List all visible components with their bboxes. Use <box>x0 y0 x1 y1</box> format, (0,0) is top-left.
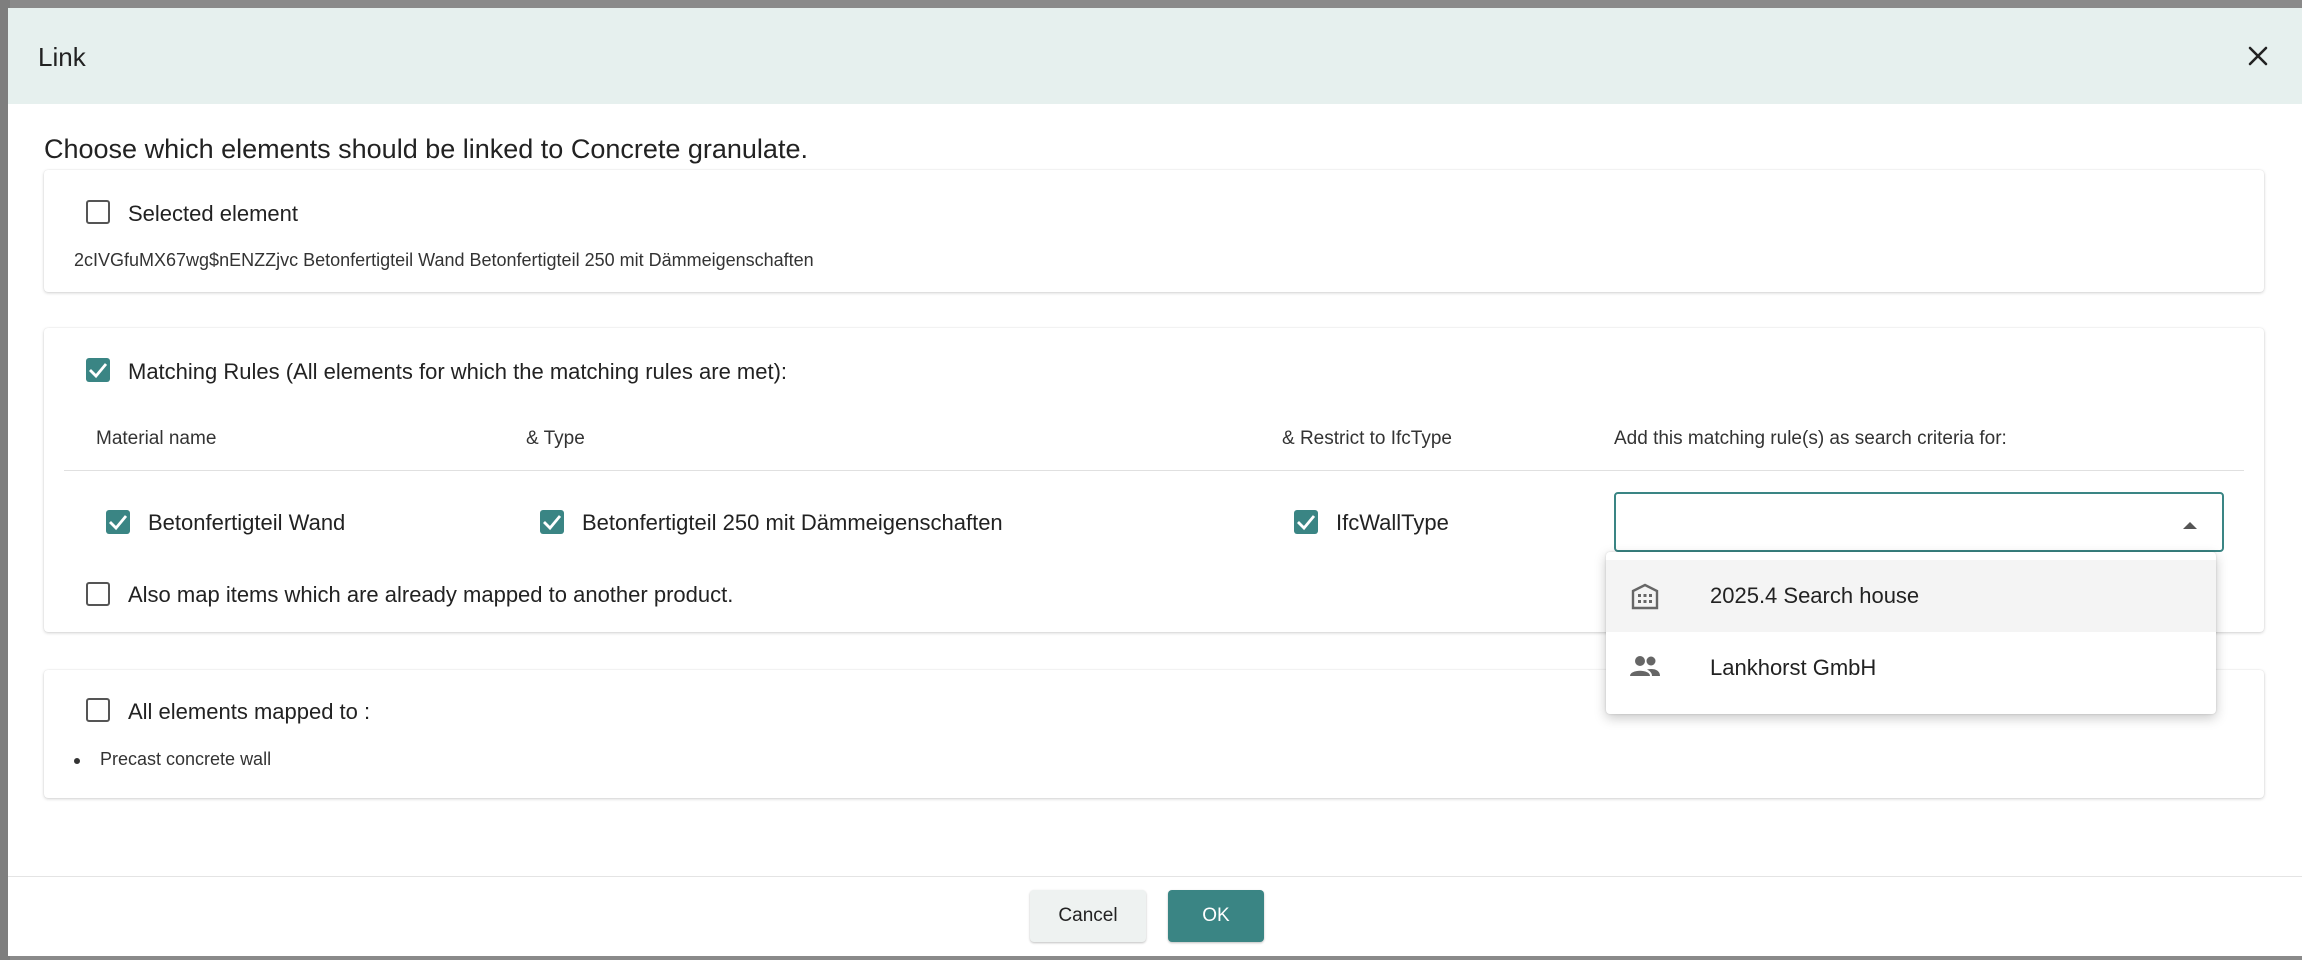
search-criteria-menu: 2025.4 Search house Lankhorst GmbH <box>1606 552 2216 714</box>
selected-element-card: Selected element 2cIVGfuMX67wg$nENZZjvc … <box>44 170 2264 292</box>
selected-element-label: Selected element <box>128 201 298 226</box>
dialog-intro: Choose which elements should be linked t… <box>44 134 808 164</box>
matching-rules-label: Matching Rules (All elements for which t… <box>128 359 788 384</box>
check-icon <box>1297 515 1316 531</box>
mapped-item: Precast concrete wall <box>100 749 272 769</box>
ok-button[interactable]: OK <box>1168 890 1264 942</box>
ifctype-checkbox[interactable] <box>1294 510 1318 534</box>
ifctype-value: IfcWallType <box>1336 510 1449 535</box>
footer-divider <box>8 876 2302 877</box>
menu-option-label: 2025.4 Search house <box>1710 583 1920 608</box>
material-checkbox[interactable] <box>106 510 130 534</box>
menu-option-lankhorst[interactable]: Lankhorst GmbH <box>1606 632 2216 704</box>
list-bullet <box>74 758 80 764</box>
close-icon <box>2248 46 2268 66</box>
check-icon <box>109 515 128 531</box>
close-button[interactable] <box>2240 38 2276 74</box>
people-icon <box>1630 656 1660 676</box>
caret-up-icon <box>2183 522 2197 529</box>
column-header-restrict: & Restrict to IfcType <box>1282 428 1452 449</box>
selected-element-description: 2cIVGfuMX67wg$nENZZjvc Betonfertigteil W… <box>74 250 814 270</box>
dialog-title: Link <box>38 42 86 72</box>
selected-element-checkbox[interactable] <box>86 200 110 224</box>
check-icon <box>89 363 108 379</box>
all-mapped-label: All elements mapped to : <box>128 699 371 724</box>
also-map-label: Also map items which are already mapped … <box>128 582 734 607</box>
type-value: Betonfertigteil 250 mit Dämmeigenschafte… <box>582 510 1003 535</box>
menu-option-label: Lankhorst GmbH <box>1710 655 1877 680</box>
dialog-header: Link <box>8 8 2302 104</box>
all-mapped-checkbox[interactable] <box>86 698 110 722</box>
matching-rules-checkbox[interactable] <box>86 358 110 382</box>
column-header-type: & Type <box>526 428 585 449</box>
column-header-search: Add this matching rule(s) as search crit… <box>1614 428 2007 449</box>
cancel-button[interactable]: Cancel <box>1030 890 1146 942</box>
link-dialog: Link Choose which elements should be lin… <box>8 8 2302 956</box>
search-criteria-select[interactable] <box>1614 492 2224 552</box>
material-value: Betonfertigteil Wand <box>148 510 346 535</box>
also-map-checkbox[interactable] <box>86 582 110 606</box>
table-divider <box>64 470 2244 471</box>
column-header-material: Material name <box>96 428 217 449</box>
building-icon <box>1631 583 1659 610</box>
type-checkbox[interactable] <box>540 510 564 534</box>
check-icon <box>543 515 562 531</box>
menu-option-search-house[interactable]: 2025.4 Search house <box>1606 560 2216 632</box>
